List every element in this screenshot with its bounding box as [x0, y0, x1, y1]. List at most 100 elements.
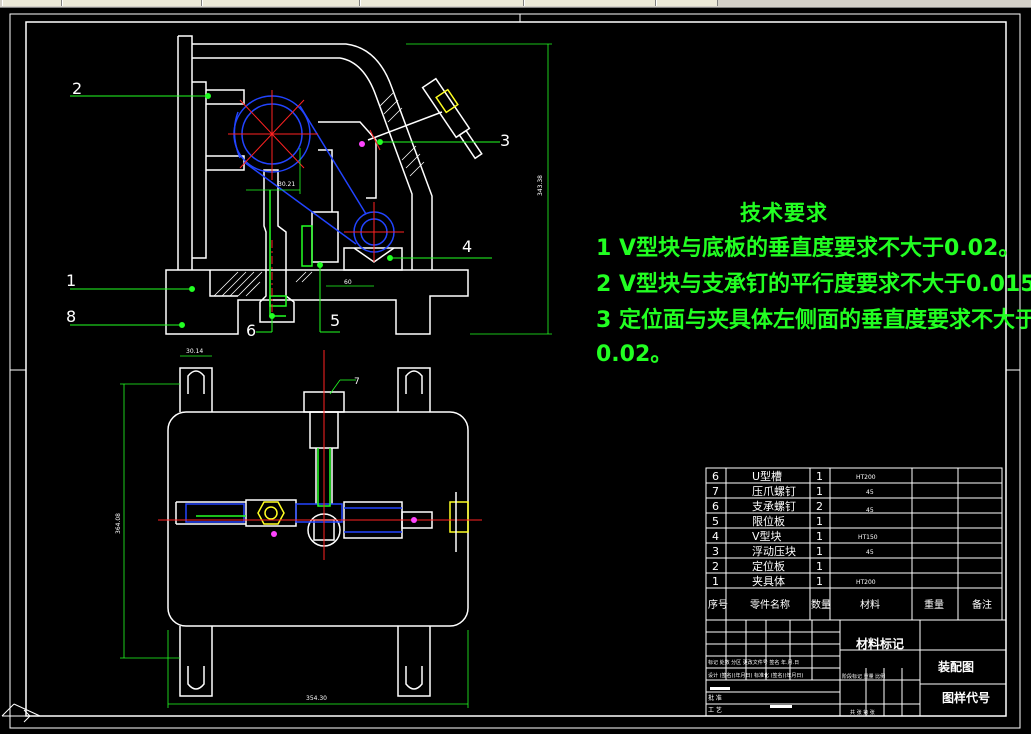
plan-green-parts — [196, 448, 331, 517]
svg-text:45: 45 — [866, 549, 874, 556]
svg-text:1: 1 — [816, 470, 823, 483]
technical-requirements-title: 技术要求 — [740, 201, 828, 225]
svg-text:浮动压块: 浮动压块 — [752, 545, 796, 558]
title-block-small-text: 标记 处数 分区 更改文件号 签名 年.月.日 — [708, 659, 799, 666]
part-label-5: 5 — [330, 311, 340, 330]
title-block-small-text: 批 准 — [708, 694, 722, 702]
outer-frame — [9, 13, 1021, 729]
highlighted-parts — [269, 190, 313, 317]
drawing-border — [25, 21, 1007, 717]
dimension-lines — [246, 43, 552, 335]
title-block-small-text: 阶段标记 重量 比例 — [842, 673, 885, 680]
bill-of-materials — [705, 467, 1003, 621]
u-slot-top-left[interactable] — [179, 367, 213, 412]
svg-text:6: 6 — [712, 500, 719, 513]
dim-354: 354.30 — [306, 695, 327, 702]
plunger-rod — [318, 149, 333, 212]
title-block-filled-cells — [710, 687, 792, 708]
plan-blue-parts — [185, 503, 402, 533]
drawing-tab[interactable] — [360, 0, 524, 6]
clamp-link — [367, 111, 443, 141]
svg-text:V型块: V型块 — [752, 529, 782, 543]
plan-view — [167, 367, 469, 697]
ucs-icon — [1, 703, 41, 723]
plan-dimensions — [120, 355, 469, 708]
u-slot-top-right[interactable] — [397, 367, 431, 412]
dim-364: 364.08 — [115, 513, 122, 534]
clamp-screw-shaft — [458, 129, 483, 160]
svg-text:1: 1 — [712, 575, 719, 588]
svg-text:5: 5 — [712, 515, 719, 528]
drawing-tab[interactable] — [524, 0, 656, 6]
svg-text:45: 45 — [866, 507, 874, 514]
locating-pin-lower — [206, 155, 245, 171]
bom-row: 7 压爪螺钉 1 45 — [712, 485, 874, 498]
part-label-6: 6 — [246, 321, 256, 340]
drawing-tab[interactable] — [2, 0, 62, 6]
svg-text:6: 6 — [712, 470, 719, 483]
svg-text:1: 1 — [816, 485, 823, 498]
drawing-name-label: 装配图 — [937, 659, 974, 674]
material-mark-label: 材料标记 — [855, 636, 904, 651]
support-screw — [259, 169, 295, 323]
part-label-3: 3 — [500, 131, 510, 150]
drawing-tab[interactable] — [62, 0, 202, 6]
svg-text:支承螺钉: 支承螺钉 — [752, 500, 796, 513]
svg-text:数量: 数量 — [811, 598, 831, 611]
part-label-8: 8 — [66, 307, 76, 326]
cad-drawing-canvas[interactable]: 2 3 4 1 8 5 6 7 30.21 60 343.38 30.14 36… — [0, 8, 1031, 734]
svg-text:1: 1 — [816, 515, 823, 528]
svg-text:HT150: HT150 — [858, 534, 878, 541]
title-block-small-text: 共 张 第 张 — [850, 709, 875, 716]
svg-text:1: 1 — [816, 545, 823, 558]
u-slot-bottom-left[interactable] — [179, 626, 213, 697]
dim-343: 343.38 — [537, 175, 544, 196]
svg-text:4: 4 — [712, 530, 719, 543]
dimension-texts: 30.21 60 343.38 30.14 364.08 354.30 — [115, 175, 544, 702]
magenta-markers — [359, 141, 365, 147]
drawing-tab[interactable] — [656, 0, 718, 6]
limit-block — [311, 211, 339, 263]
dim-30-21: 30.21 — [278, 181, 295, 188]
hex-nut[interactable] — [257, 501, 469, 533]
drawing-tab[interactable] — [202, 0, 360, 6]
svg-text:1: 1 — [816, 530, 823, 543]
bom-row: 6 支承螺钉 2 45 — [712, 500, 874, 514]
svg-text:重量: 重量 — [924, 598, 944, 611]
svg-text:HT200: HT200 — [856, 579, 876, 586]
part-label-2: 2 — [72, 79, 82, 98]
svg-text:2: 2 — [816, 500, 823, 513]
support-bracket — [318, 121, 377, 199]
fixture-body — [165, 269, 469, 335]
bom-row: 4 V型块 1 HT150 — [712, 529, 878, 543]
plan-centerlines — [158, 350, 482, 560]
technical-requirement-3: 3 定位面与夹具体左侧面的垂直度要求不大于 — [596, 308, 1031, 333]
svg-text:U型槽: U型槽 — [752, 469, 782, 483]
svg-text:7: 7 — [712, 485, 719, 498]
svg-text:材料: 材料 — [860, 598, 880, 611]
technical-requirement-3-cont: 0.02。 — [596, 342, 673, 367]
bom-row: 6 U型槽 1 HT200 — [712, 469, 876, 483]
svg-text:定位板: 定位板 — [752, 559, 785, 573]
title-block-small-text: 设计 (签名)(年月日) 标准化 (签名)(年月日) — [708, 672, 803, 679]
drawing-code-label: 图样代号 — [942, 690, 990, 705]
left-column — [177, 35, 193, 270]
clamp-screw-body — [421, 77, 471, 139]
u-slot-bottom-right[interactable] — [397, 626, 431, 697]
svg-text:压爪螺钉: 压爪螺钉 — [752, 485, 796, 498]
bom-row: 1 夹具体 1 HT200 — [712, 574, 876, 588]
centerlines — [228, 90, 404, 328]
svg-text:零件名称: 零件名称 — [750, 598, 790, 611]
nut-housing — [245, 499, 297, 527]
technical-requirement-2: 2 V型块与支承钉的平行度要求不大于0.015。 — [596, 272, 1031, 297]
bom-rows: 6 U型槽 1 HT200 7 压爪螺钉 1 45 6 支承螺钉 2 45 5 … — [708, 469, 992, 611]
front-view — [165, 35, 483, 335]
part-label-1: 1 — [66, 271, 76, 290]
svg-text:45: 45 — [866, 489, 874, 496]
part-number-labels: 2 3 4 1 8 5 6 7 — [66, 79, 510, 387]
svg-text:1: 1 — [816, 575, 823, 588]
bom-row: 3 浮动压块 1 45 — [712, 545, 874, 558]
part-label-7: 7 — [354, 377, 360, 387]
dim-30-14: 30.14 — [186, 348, 203, 355]
bom-row: 2 定位板 1 — [712, 559, 823, 573]
